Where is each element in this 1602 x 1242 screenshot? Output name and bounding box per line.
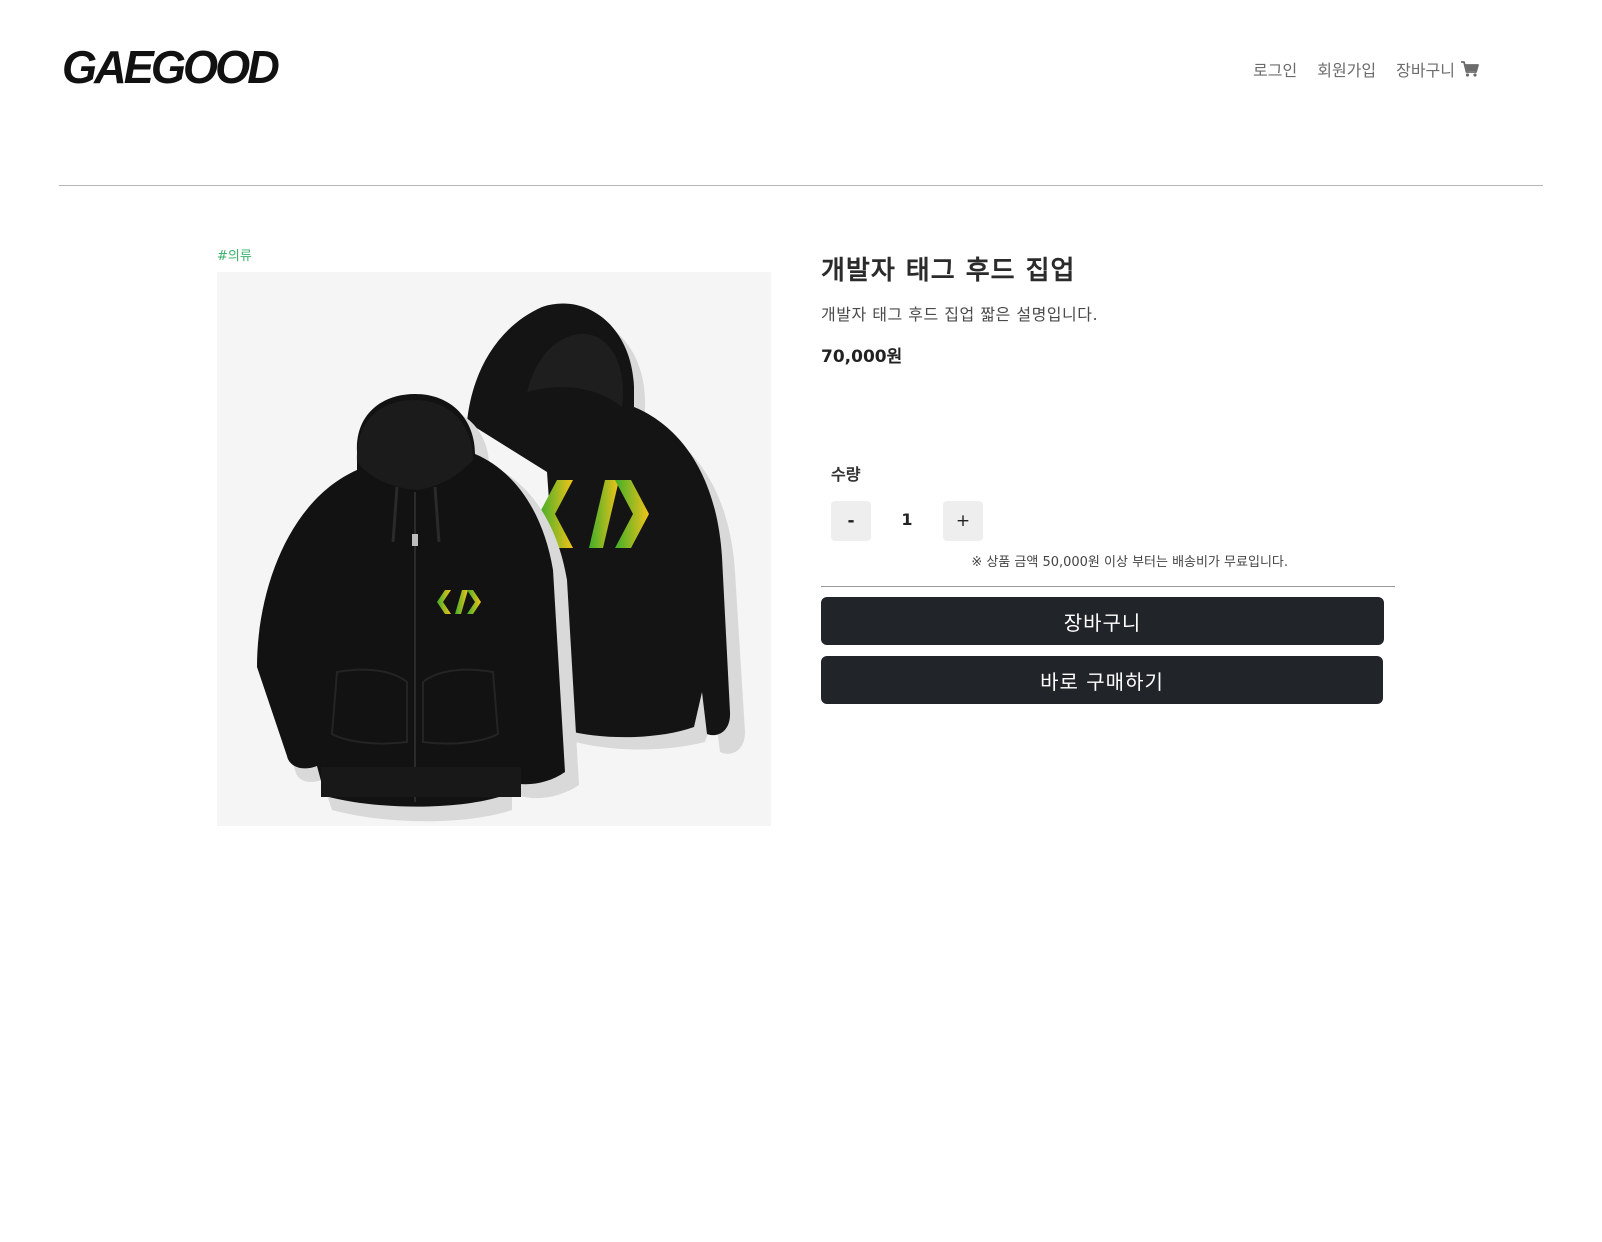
hoodie-illustration	[257, 303, 745, 822]
product-info: 개발자 태그 후드 집업 개발자 태그 후드 집업 짧은 설명입니다. 70,0…	[821, 250, 1395, 367]
quantity-decrease-button[interactable]: -	[831, 501, 871, 541]
header-divider	[59, 185, 1543, 186]
site-header: GAEGOOD 로그인 회원가입 장바구니	[0, 0, 1602, 186]
quantity-increase-button[interactable]: +	[943, 501, 983, 541]
cart-link-label: 장바구니	[1396, 61, 1455, 80]
shipping-note: ※ 상품 금액 50,000원 이상 부터는 배송비가 무료입니다.	[971, 555, 1288, 570]
product-image	[217, 272, 771, 826]
shopping-cart-icon	[1461, 61, 1479, 77]
buy-now-button[interactable]: 바로 구매하기	[821, 656, 1383, 704]
site-logo[interactable]: GAEGOOD	[62, 40, 280, 94]
product-price: 70,000원	[821, 347, 903, 367]
quantity-input[interactable]	[877, 510, 937, 529]
category-tag[interactable]: #의류	[217, 245, 252, 264]
product-description: 개발자 태그 후드 집업 짧은 설명입니다.	[821, 305, 1099, 324]
signup-link[interactable]: 회원가입	[1317, 57, 1376, 81]
header-nav: 로그인 회원가입 장바구니	[1253, 57, 1479, 81]
login-link[interactable]: 로그인	[1253, 57, 1297, 81]
add-to-cart-button[interactable]: 장바구니	[821, 597, 1384, 645]
cart-link[interactable]: 장바구니	[1396, 57, 1479, 81]
product-title: 개발자 태그 후드 집업	[821, 256, 1076, 286]
quantity-label: 수량	[831, 465, 861, 484]
purchase-divider	[821, 586, 1395, 587]
